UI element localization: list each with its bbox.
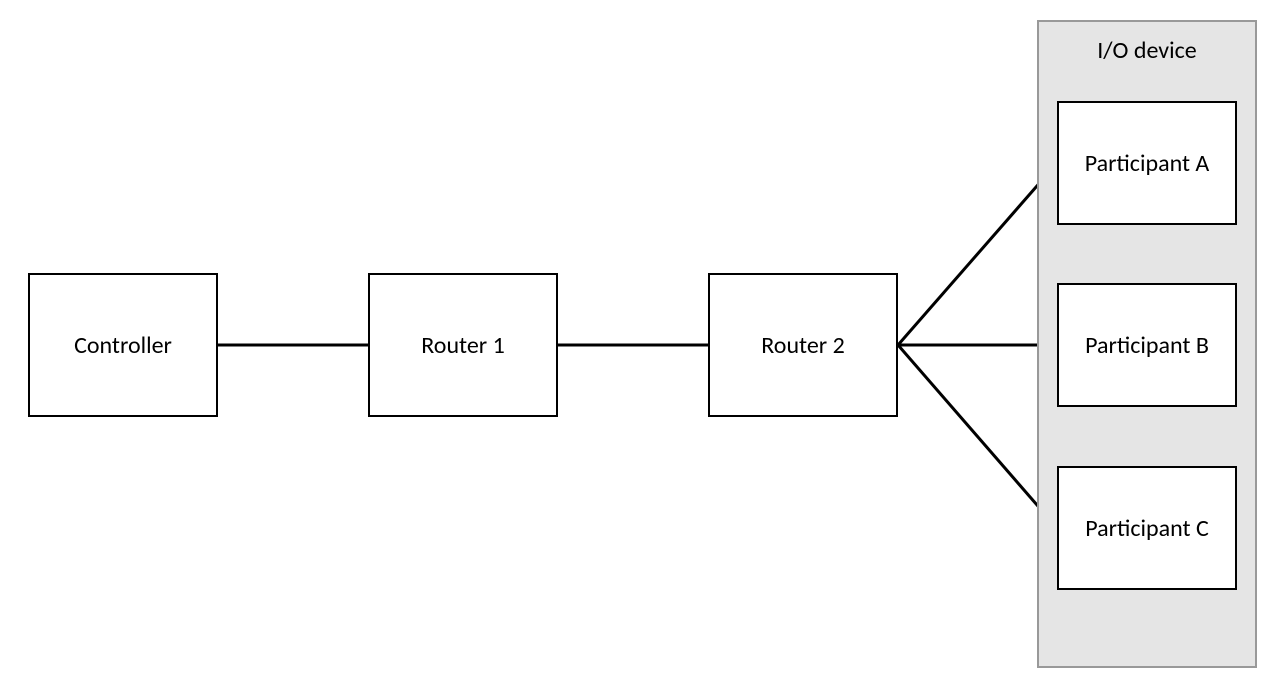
node-router1-label: Router 1: [421, 331, 504, 360]
node-participant-c: Participant C: [1057, 466, 1237, 590]
node-participant-b-label: Participant B: [1085, 331, 1209, 360]
io-device-title: I/O device: [1039, 22, 1255, 65]
edge-router2-participantA: [898, 163, 1057, 345]
edge-router2-participantC: [898, 345, 1057, 528]
node-participant-a: Participant A: [1057, 101, 1237, 225]
node-router1: Router 1: [368, 273, 558, 417]
node-controller: Controller: [28, 273, 218, 417]
node-participant-a-label: Participant A: [1085, 149, 1210, 178]
node-router2-label: Router 2: [761, 331, 844, 360]
node-participant-b: Participant B: [1057, 283, 1237, 407]
node-controller-label: Controller: [74, 331, 172, 360]
node-participant-c-label: Participant C: [1085, 514, 1209, 543]
node-router2: Router 2: [708, 273, 898, 417]
